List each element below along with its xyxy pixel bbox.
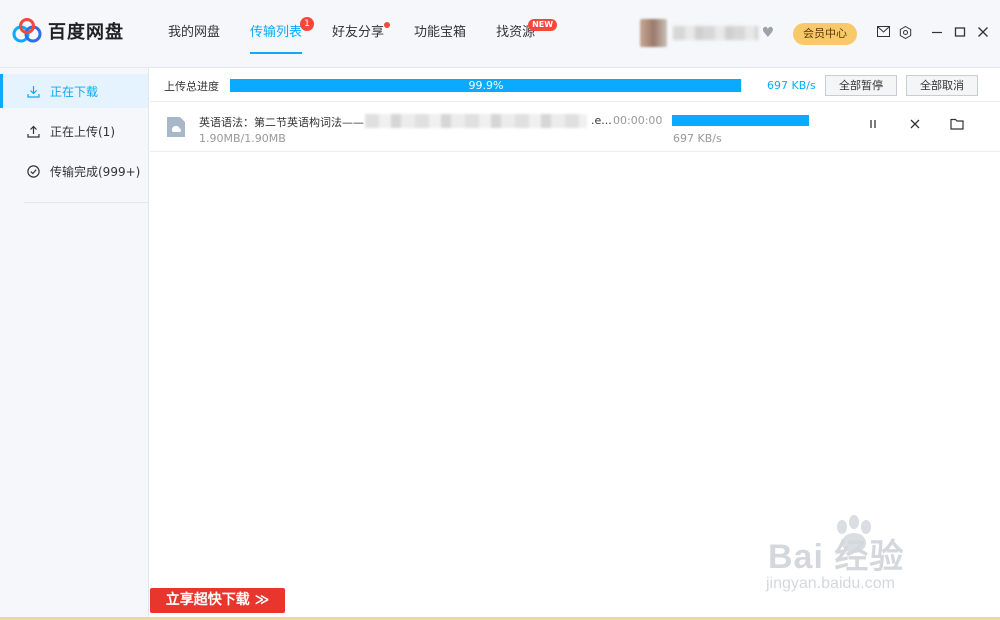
- notification-dot: [384, 22, 391, 28]
- title-bar: 百度网盘 我的网盘 传输列表 1 好友分享 功能宝箱 找资源 NEW ♥ 会员中…: [0, 0, 1000, 68]
- task-progress-fill: [672, 115, 809, 126]
- settings-gear-icon[interactable]: [898, 25, 912, 40]
- transfer-sidebar: 正在下载 正在上传(1) 传输完成(999+): [0, 68, 149, 620]
- check-circle-icon: [26, 164, 40, 178]
- file-type-icon: [167, 117, 185, 137]
- vip-center-button[interactable]: 会员中心: [793, 23, 857, 45]
- nav-label: 好友分享: [332, 25, 385, 40]
- nav-find-resources[interactable]: 找资源 NEW: [484, 0, 558, 68]
- task-speed: 697 KB/s: [673, 132, 722, 145]
- sidebar-item-label: 正在上传(1): [50, 124, 115, 139]
- task-remaining-time: 00:00:00: [613, 114, 663, 127]
- baidu-cloud-logo-icon: [12, 18, 42, 43]
- watermark-url: jingyan.baidu.com: [766, 575, 895, 592]
- sidebar-item-completed[interactable]: 传输完成(999+): [0, 154, 148, 188]
- nav-label: 功能宝箱: [414, 25, 467, 40]
- close-icon[interactable]: [976, 26, 990, 40]
- file-name-redacted: [365, 114, 587, 128]
- total-progress-bar: 99.9%: [230, 79, 742, 92]
- table-row[interactable]: 英语语法：第二节英语构词法—— .e... 1.90MB/1.90MB 00:0…: [150, 102, 1000, 152]
- minimize-icon[interactable]: [930, 26, 944, 40]
- transfer-count-badge: 1: [300, 17, 315, 31]
- sidebar-item-label: 正在下载: [50, 84, 99, 99]
- active-tab-underline: [250, 52, 303, 54]
- download-icon: [26, 84, 40, 98]
- task-file-name: 英语语法：第二节英语构词法——: [199, 116, 364, 129]
- app-title: 百度网盘: [48, 22, 124, 43]
- username-redacted: [672, 26, 758, 40]
- nav-toolbox[interactable]: 功能宝箱: [402, 0, 478, 68]
- upload-summary: 上传总进度 99.9% 697 KB/s 全部暂停 全部取消: [150, 68, 1000, 102]
- cancel-all-button[interactable]: 全部取消: [906, 75, 978, 96]
- sidebar-item-uploading[interactable]: 正在上传(1): [0, 114, 148, 148]
- upload-icon: [26, 124, 40, 138]
- cancel-task-icon[interactable]: [907, 118, 923, 134]
- sidebar-item-downloading[interactable]: 正在下载: [0, 74, 148, 108]
- sidebar-divider: [24, 202, 148, 203]
- mail-icon[interactable]: [876, 26, 890, 40]
- sidebar-item-label: 传输完成(999+): [50, 164, 141, 179]
- total-speed: 697 KB/s: [767, 79, 816, 92]
- nav-label: 传输列表: [250, 25, 303, 40]
- fast-download-promo-button[interactable]: 立享超快下载 ≫: [150, 588, 285, 613]
- baidu-jingyan-watermark: Bai 经验 jingyan.baidu.com: [760, 515, 960, 600]
- open-folder-icon[interactable]: [949, 118, 965, 134]
- pause-all-button[interactable]: 全部暂停: [825, 75, 897, 96]
- avatar[interactable]: [640, 19, 667, 47]
- nav-my-disk[interactable]: 我的网盘: [156, 0, 232, 68]
- nav-label: 我的网盘: [168, 25, 221, 40]
- nav-transfer-list[interactable]: 传输列表 1: [238, 0, 315, 68]
- new-badge: NEW: [528, 19, 558, 31]
- total-progress-percent: 99.9%: [468, 79, 504, 92]
- task-file-extension: .e...: [591, 114, 612, 127]
- maximize-icon[interactable]: [953, 26, 967, 40]
- task-progress-bar: [672, 115, 809, 126]
- vip-level-icon[interactable]: ♥: [762, 26, 775, 40]
- main-nav: 我的网盘 传输列表 1 好友分享 功能宝箱 找资源 NEW: [156, 0, 558, 68]
- nav-friend-share[interactable]: 好友分享: [320, 0, 396, 68]
- task-file-size: 1.90MB/1.90MB: [199, 132, 286, 145]
- watermark-main-text: Bai 经验: [768, 538, 905, 576]
- pause-icon[interactable]: [865, 118, 881, 134]
- app-logo: 百度网盘: [12, 18, 124, 44]
- total-progress-label: 上传总进度: [164, 80, 219, 93]
- user-profile[interactable]: ♥: [640, 18, 775, 48]
